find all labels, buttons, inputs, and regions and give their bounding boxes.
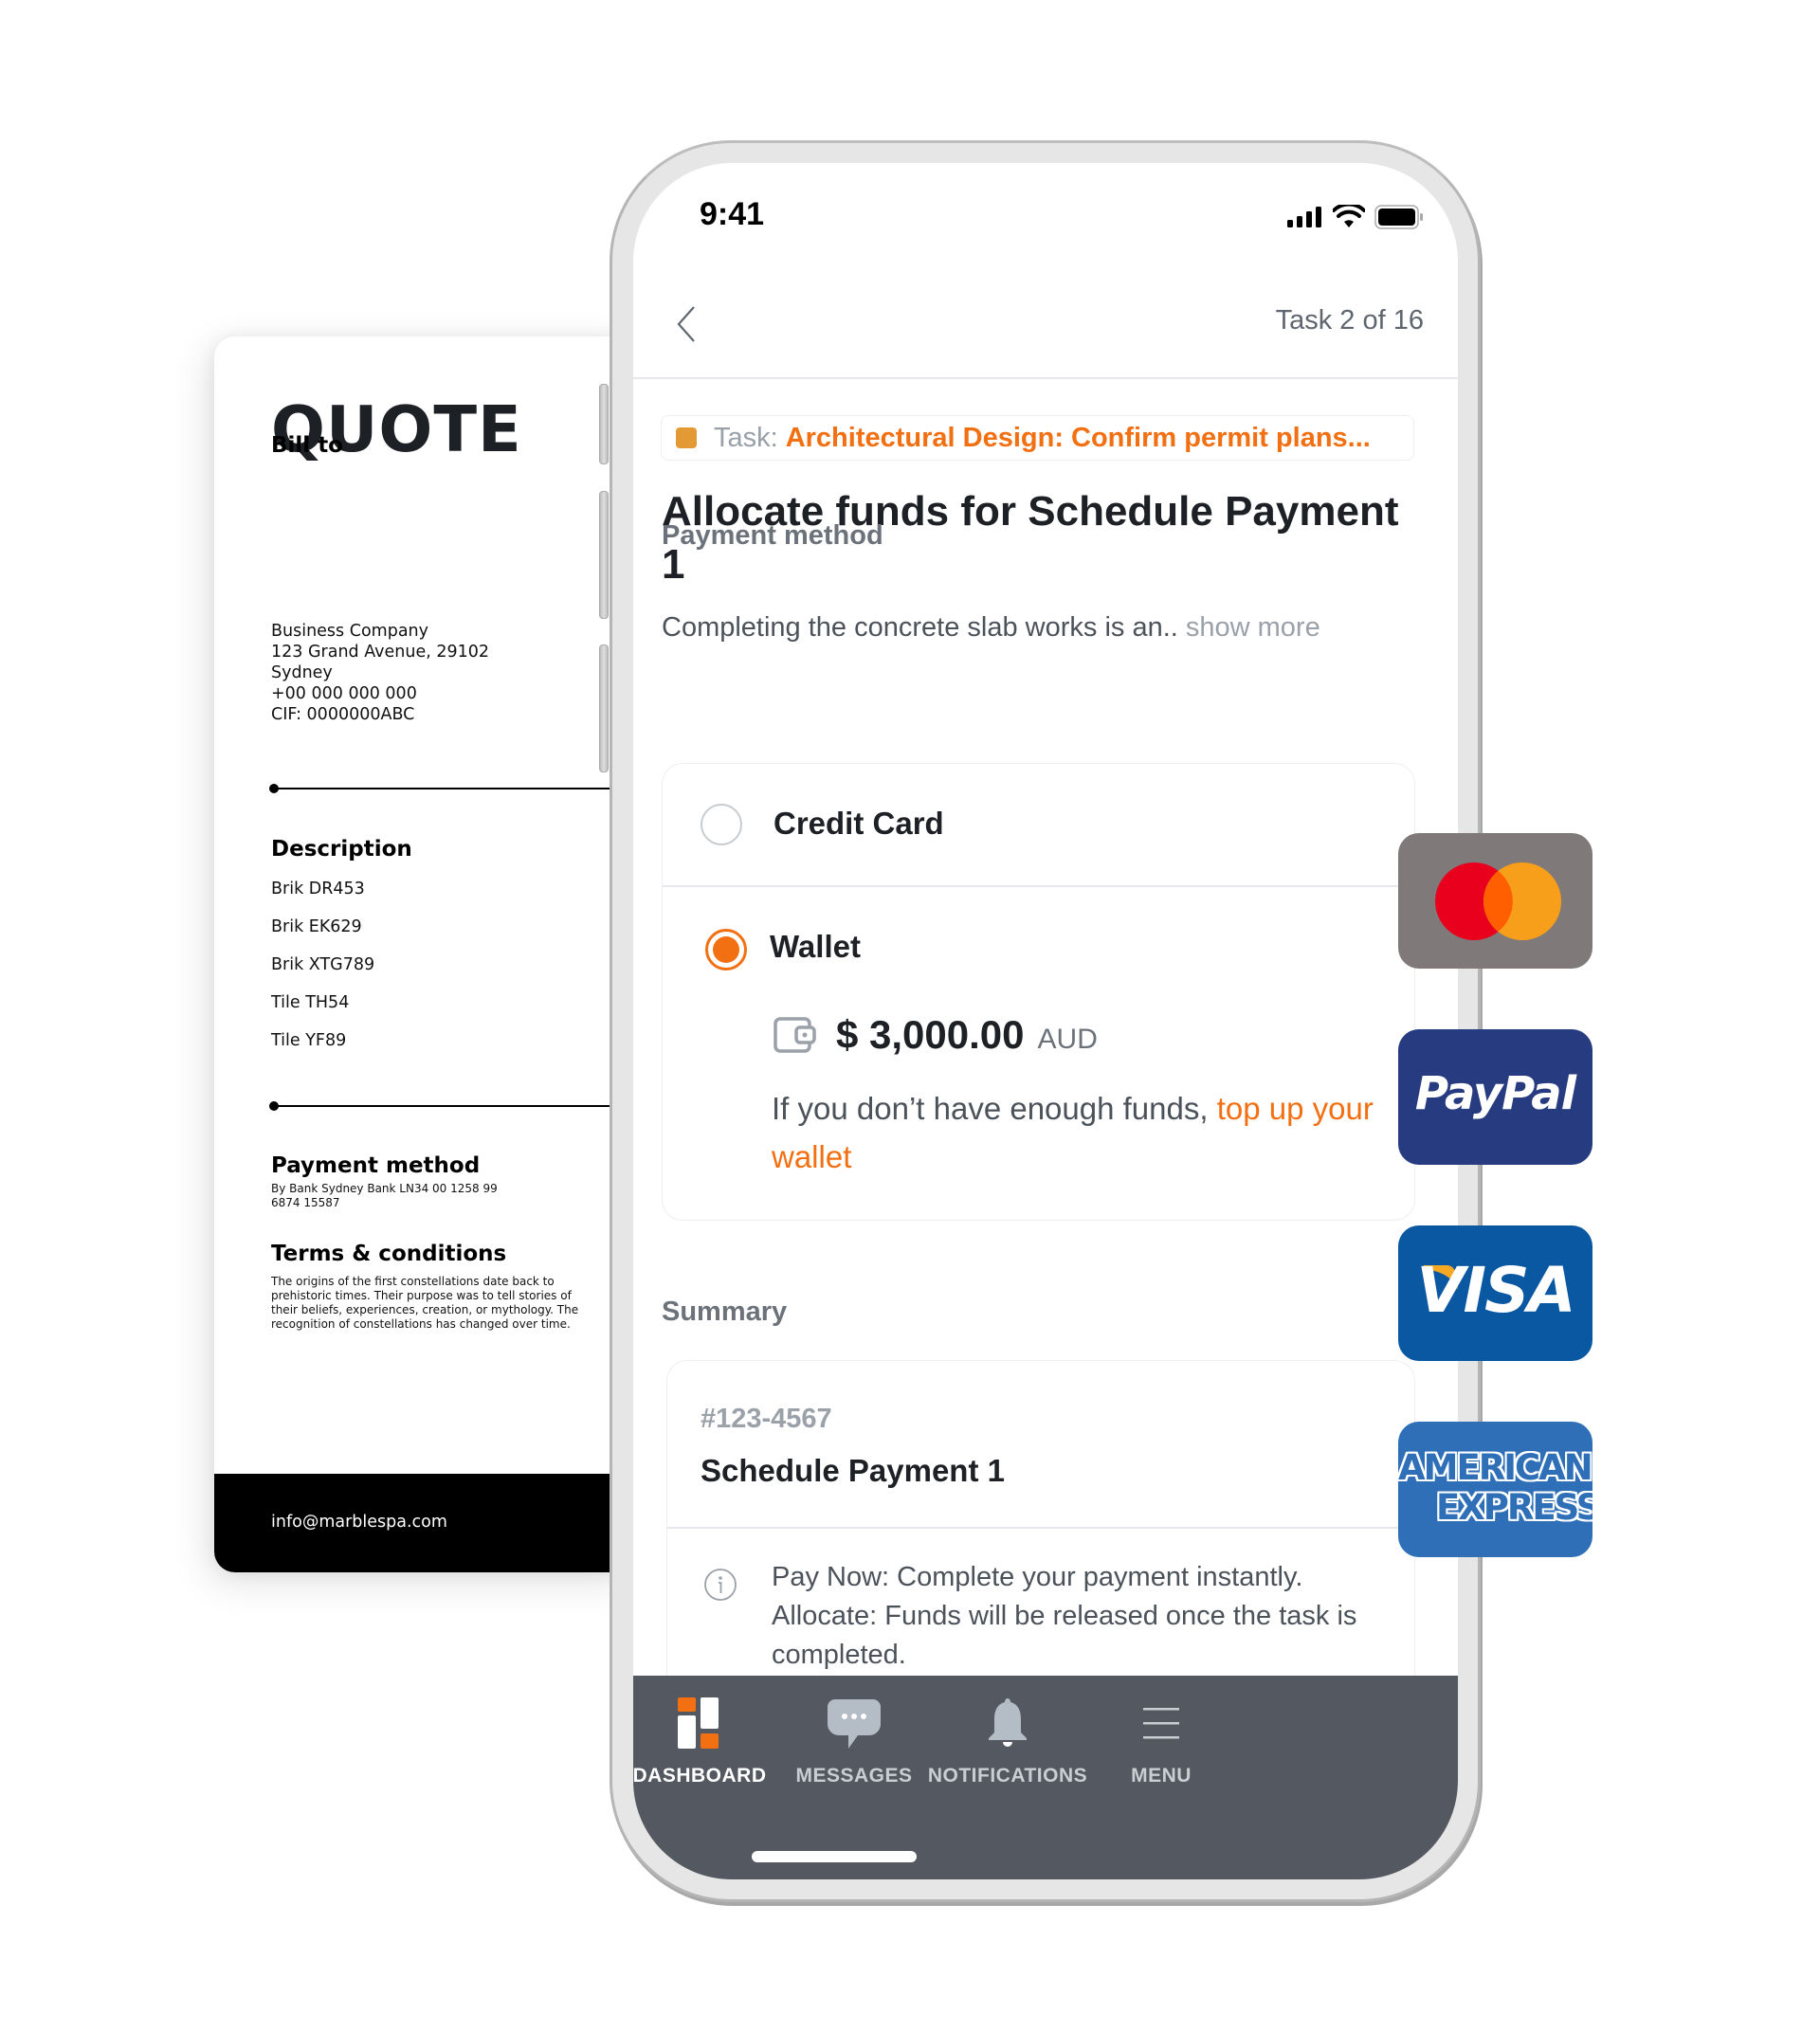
wallet-amount: $ 3,000.00 [836,1012,1025,1057]
info-icon [704,1569,737,1601]
task-counter: Task 2 of 16 [1275,305,1424,336]
summary-info-text: Pay Now: Complete your payment instantly… [772,1562,1357,1670]
phone-volume-up-button [599,491,609,619]
summary-label: Summary [662,1297,788,1327]
summary-divider [667,1527,1414,1529]
description-item: Brik DR453 [271,880,365,898]
divider [269,1101,631,1111]
wallet-note: If you don’t have enough funds, top up y… [772,1084,1388,1181]
description-item: Brik EK629 [271,917,362,936]
bottom-navigation: DASHBOARD MESSAGES NOTIFICATIONS MENU [633,1676,1458,1879]
phone-mute-switch [599,384,609,464]
phone-volume-down-button [599,644,609,772]
header-divider [633,377,1458,379]
payment-method-label: Payment method [662,520,883,551]
quote-document: QUOTE Bill to Business Company 123 Grand… [214,336,631,1572]
home-indicator[interactable] [752,1851,917,1862]
wifi-icon [1333,205,1365,227]
credit-card-label: Credit Card [774,806,944,841]
status-time: 9:41 [700,196,765,232]
quote-footer: info@marblespa.com [214,1474,631,1572]
visa-card: VISA [1398,1225,1592,1361]
status-icons [1287,205,1424,229]
dashboard-icon [678,1697,719,1749]
chat-bubble-icon [828,1699,881,1749]
wallet-currency: AUD [1037,1024,1098,1055]
bell-icon [989,1698,1027,1747]
description-heading: Description [271,837,412,862]
mastercard-icon [1435,862,1561,940]
amex-line-2: EXPRESS [1436,1487,1592,1528]
payment-method-text: By Bank Sydney Bank LN34 00 1258 99 6874… [271,1182,498,1209]
wallet-note-text: If you don’t have enough funds, [772,1091,1209,1126]
bill-to-line: CIF: 0000000ABC [271,705,415,724]
credit-card-radio[interactable] [701,804,742,845]
description-item: Tile TH54 [271,993,350,1012]
bill-to-line: 123 Grand Avenue, 29102 [271,643,490,662]
bill-to-line: +00 000 000 000 [271,684,417,703]
phone-screen: 9:41 Task 2 of 16 Task: Architectural De… [633,163,1458,1879]
nav-menu-label: MENU [1131,1765,1192,1787]
nav-menu[interactable]: MENU [1066,1693,1256,1787]
payment-method-heading: Payment method [271,1153,481,1178]
payment-method-options: Credit Card Wallet $ 3,000.00 AUD If you… [662,763,1415,1221]
paypal-icon: PayPal [1414,1067,1576,1120]
description-text: Completing the concrete slab works is an… [662,612,1178,643]
task-chip[interactable]: Task: Architectural Design: Confirm perm… [661,415,1414,461]
description-item: Brik XTG789 [271,955,375,974]
paypal-card: PayPal [1398,1029,1592,1165]
bill-to-line: Business Company [271,622,428,641]
battery-icon [1374,205,1423,229]
task-chip-label: Task: [714,422,778,453]
payment-option-wallet[interactable]: Wallet [663,887,1414,1001]
visa-icon: VISA [1416,1254,1575,1327]
task-description: Completing the concrete slab works is an… [662,612,1320,644]
wallet-balance: $ 3,000.00 AUD [774,1012,1098,1058]
footer-email: info@marblespa.com [271,1513,447,1532]
description-item: Tile YF89 [271,1031,347,1050]
wallet-radio[interactable] [705,929,747,971]
divider [269,784,631,793]
hamburger-menu-icon [1143,1708,1179,1739]
summary-id: #123-4567 [701,1404,832,1434]
signal-icon [1287,207,1321,227]
bill-to-line: Sydney [271,663,333,682]
terms-text: The origins of the first constellations … [271,1275,579,1331]
bill-to-heading: Bill to [271,433,343,458]
amex-icon: AMERICAN EXPRESS [1398,1448,1592,1528]
show-more-link[interactable]: show more [1186,612,1320,643]
wallet-label: Wallet [770,929,861,964]
wallet-icon [774,1017,816,1053]
mastercard-card [1398,833,1592,969]
back-button[interactable] [671,303,703,345]
terms-heading: Terms & conditions [271,1242,507,1266]
summary-name: Schedule Payment 1 [701,1453,1005,1488]
amex-line-1: AMERICAN [1398,1447,1592,1488]
task-chip-value: Architectural Design: Confirm permit pla… [785,422,1371,453]
task-color-square-icon [676,427,697,448]
payment-option-credit-card[interactable]: Credit Card [663,764,1414,885]
amex-card: AMERICAN EXPRESS [1398,1422,1592,1557]
chevron-left-icon [677,306,695,342]
